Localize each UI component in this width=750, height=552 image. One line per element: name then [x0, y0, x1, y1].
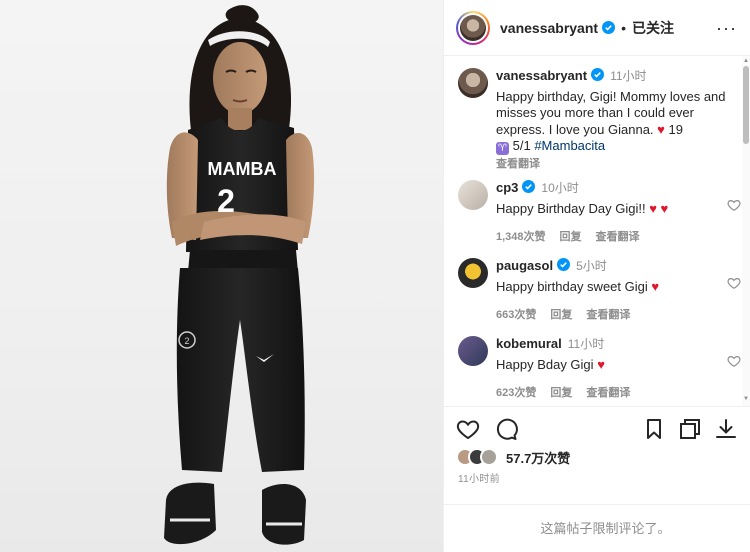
comment-body: Happy birthday sweet Gigi: [496, 278, 648, 294]
aries-emoji: ♈: [496, 142, 509, 155]
author-avatar[interactable]: [456, 10, 490, 45]
post-sidebar: vanessabryant • 已关注 ··· vanessabryant 11小…: [443, 0, 750, 552]
comment-text: Happy Birthday Day Gigi!! ♥ ♥: [496, 201, 726, 218]
comment-meta: 1,348次赞 回复 查看翻译: [496, 229, 726, 246]
heart-icon[interactable]: [456, 417, 480, 441]
translate-link[interactable]: 查看翻译: [586, 387, 630, 399]
comment-text: Happy Bday Gigi ♥: [496, 357, 726, 374]
jersey-number: 2: [217, 183, 235, 219]
comments-limited-notice: 这篇帖子限制评论了。: [444, 504, 750, 552]
translate-link[interactable]: 查看翻译: [496, 158, 540, 170]
more-icon[interactable]: ···: [716, 18, 737, 39]
comment-time: 11小时: [567, 337, 605, 351]
download-icon[interactable]: [714, 417, 738, 441]
hashtag-link[interactable]: #Mambacita: [534, 138, 605, 153]
heart-emoji: ♥: [597, 356, 605, 372]
caption-comment: vanessabryant 11小时 Happy birthday, Gigi! …: [456, 68, 741, 170]
scroll-down-arrow-icon[interactable]: ▼: [742, 396, 750, 402]
follow-status-button[interactable]: 已关注: [632, 18, 674, 38]
save-icon[interactable]: [642, 417, 666, 441]
comment-username[interactable]: vanessabryant: [496, 68, 587, 83]
comment-time: 11小时: [610, 69, 647, 83]
avatar[interactable]: [458, 68, 488, 98]
heart-emoji: ♥: [651, 278, 660, 294]
comment-username[interactable]: paugasol: [496, 258, 553, 273]
scrollbar-thumb[interactable]: [743, 66, 749, 144]
comments-limited-text: 这篇帖子限制评论了。: [540, 521, 671, 536]
liker-avatar: [480, 448, 498, 466]
caption-text: Happy birthday, Gigi! Mommy loves and mi…: [496, 88, 726, 137]
comment-meta: 663次赞 回复 查看翻译: [496, 307, 726, 324]
avatar[interactable]: [458, 258, 488, 288]
comment-item: cp3 10小时 Happy Birthday Day Gigi!! ♥ ♥ 1,…: [456, 180, 741, 243]
player-illustration: MAMBA 2 2: [164, 5, 315, 545]
avatar[interactable]: [458, 180, 488, 210]
like-count[interactable]: 57.7万次赞: [506, 448, 570, 467]
liked-by-row[interactable]: 57.7万次赞: [456, 446, 570, 468]
post-header: vanessabryant • 已关注 ···: [444, 0, 750, 56]
caption-tail: 19: [668, 121, 683, 137]
caption-date: 5/1: [512, 138, 531, 153]
author-username[interactable]: vanessabryant: [500, 20, 598, 36]
comment-item: paugasol 5小时 Happy birthday sweet Gigi ♥ …: [456, 258, 741, 321]
verified-icon: [602, 21, 616, 34]
like-comment-heart-icon[interactable]: [727, 276, 741, 290]
separator-dot: •: [621, 19, 626, 36]
reply-link[interactable]: 回复: [560, 231, 582, 243]
comment-username[interactable]: cp3: [496, 180, 518, 195]
verified-icon: [557, 258, 571, 271]
reply-link[interactable]: 回复: [550, 309, 572, 321]
reply-link[interactable]: 回复: [550, 387, 572, 399]
like-comment-heart-icon[interactable]: [727, 198, 741, 212]
scroll-up-arrow-icon[interactable]: ▲: [742, 58, 750, 64]
comment-body: Happy Bday Gigi: [496, 356, 594, 372]
comment-time: 10小时: [541, 181, 579, 195]
avatar[interactable]: [458, 336, 488, 366]
comment-text: Happy birthday, Gigi! Mommy loves and mi…: [496, 88, 726, 155]
translate-link[interactable]: 查看翻译: [586, 309, 630, 321]
post-photo[interactable]: MAMBA 2 2: [0, 0, 443, 552]
comments-list: vanessabryant 11小时 Happy birthday, Gigi! …: [444, 56, 750, 406]
comment-time: 5小时: [576, 259, 607, 273]
translate-link[interactable]: 查看翻译: [596, 231, 640, 243]
comment-item: kobemural 11小时 Happy Bday Gigi ♥ 623次赞 回复 查…: [456, 336, 741, 399]
jersey-team-label: MAMBA: [208, 159, 277, 179]
post-time[interactable]: 11小时前: [458, 470, 500, 485]
comment-username[interactable]: kobemural: [496, 336, 562, 351]
heart-emoji: ♥ ♥: [649, 200, 669, 216]
comment-body: Happy Birthday Day Gigi!!: [496, 200, 646, 216]
screenshot-icon[interactable]: [678, 417, 702, 441]
comment-meta: 查看翻译: [496, 156, 726, 173]
pants-logo-mark: 2: [184, 336, 189, 346]
comment-likes[interactable]: 623次赞: [496, 387, 536, 399]
verified-icon: [591, 68, 605, 81]
heart-emoji: ♥: [657, 121, 665, 137]
action-bar: [444, 406, 750, 448]
comment-likes[interactable]: 663次赞: [496, 309, 536, 321]
comment-icon[interactable]: [494, 417, 518, 441]
comment-meta: 623次赞 回复 查看翻译: [496, 385, 726, 402]
comment-text: Happy birthday sweet Gigi ♥: [496, 279, 726, 296]
comment-likes[interactable]: 1,348次赞: [496, 231, 546, 243]
verified-icon: [522, 180, 536, 193]
like-comment-heart-icon[interactable]: [727, 354, 741, 368]
